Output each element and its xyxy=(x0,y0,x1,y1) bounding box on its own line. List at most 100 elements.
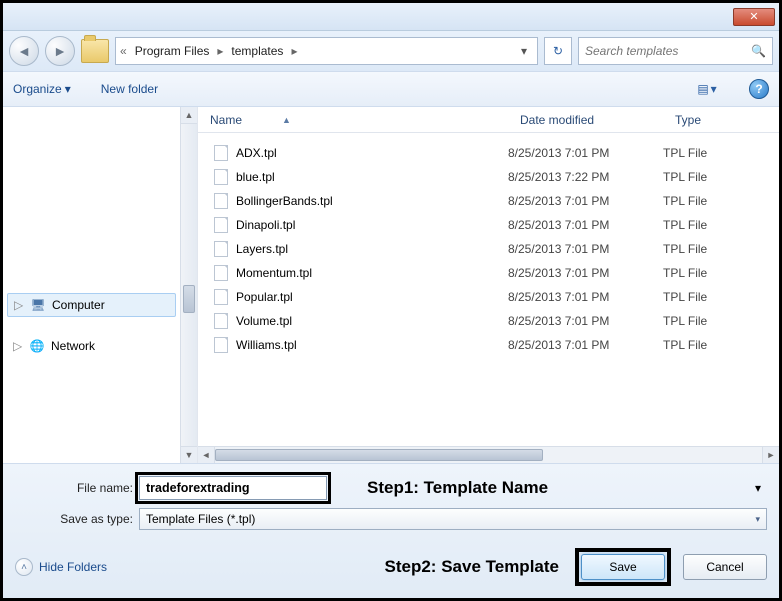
scroll-thumb[interactable] xyxy=(215,449,543,461)
table-row[interactable]: Williams.tpl8/25/2013 7:01 PMTPL File xyxy=(198,333,779,357)
expand-icon[interactable]: ▷ xyxy=(13,339,23,353)
tree-scrollbar[interactable]: ▲ ▼ xyxy=(180,107,197,463)
search-box[interactable]: 🔍 xyxy=(578,37,773,65)
file-icon xyxy=(214,289,228,305)
forward-button[interactable]: ► xyxy=(45,36,75,66)
save-button[interactable]: Save xyxy=(581,554,665,580)
list-icon: ▤ xyxy=(697,82,708,96)
chevron-up-icon: ˄ xyxy=(15,558,33,576)
file-name: blue.tpl xyxy=(236,170,508,184)
file-date: 8/25/2013 7:01 PM xyxy=(508,194,663,208)
table-row[interactable]: Layers.tpl8/25/2013 7:01 PMTPL File xyxy=(198,237,779,261)
annotation-box-step2: Save xyxy=(575,548,671,586)
file-icon xyxy=(214,313,228,329)
scroll-thumb[interactable] xyxy=(183,285,195,313)
cancel-button[interactable]: Cancel xyxy=(683,554,767,580)
file-type: TPL File xyxy=(663,338,779,352)
table-row[interactable]: ADX.tpl8/25/2013 7:01 PMTPL File xyxy=(198,141,779,165)
file-type: TPL File xyxy=(663,290,779,304)
file-name: Layers.tpl xyxy=(236,242,508,256)
scroll-right-button[interactable]: ► xyxy=(762,447,779,463)
main-area: ▷ 🖥 Computer ▷ 🌐 Network ▲ ▼ xyxy=(3,107,779,463)
toolbar: Organize▾ New folder ▤▾ ? xyxy=(3,71,779,107)
chevron-down-icon: ▾ xyxy=(755,514,760,525)
table-row[interactable]: BollingerBands.tpl8/25/2013 7:01 PMTPL F… xyxy=(198,189,779,213)
file-type: TPL File xyxy=(663,170,779,184)
annotation-step2: Step2: Save Template xyxy=(385,557,559,577)
file-icon xyxy=(214,337,228,353)
close-button[interactable]: ✕ xyxy=(733,8,775,26)
column-headers: Name ▲ Date modified Type xyxy=(198,107,779,133)
tree-item-computer[interactable]: ▷ 🖥 Computer xyxy=(7,293,176,317)
file-name: Momentum.tpl xyxy=(236,266,508,280)
tree-label: Computer xyxy=(52,298,105,312)
filename-dropdown[interactable]: ▾ xyxy=(755,481,767,495)
file-icon xyxy=(214,169,228,185)
annotation-step1: Step1: Template Name xyxy=(367,478,548,498)
sort-asc-icon: ▲ xyxy=(282,115,291,125)
file-type: TPL File xyxy=(663,194,779,208)
breadcrumb-prefix[interactable]: « xyxy=(120,44,127,58)
chevron-right-icon[interactable]: ▸ xyxy=(291,44,297,58)
search-input[interactable] xyxy=(585,44,751,58)
titlebar: ✕ xyxy=(3,3,779,31)
view-options-button[interactable]: ▤▾ xyxy=(695,78,719,100)
search-icon[interactable]: 🔍 xyxy=(751,44,766,58)
hide-folders-button[interactable]: ˄ Hide Folders xyxy=(15,558,107,576)
table-row[interactable]: Momentum.tpl8/25/2013 7:01 PMTPL File xyxy=(198,261,779,285)
tree-item-network[interactable]: ▷ 🌐 Network xyxy=(7,335,176,357)
savetype-combo[interactable]: Template Files (*.tpl) ▾ xyxy=(139,508,767,530)
file-name: Williams.tpl xyxy=(236,338,508,352)
back-button[interactable]: ◄ xyxy=(9,36,39,66)
breadcrumb[interactable]: « Program Files ▸ templates ▸ ▾ xyxy=(115,37,538,65)
file-type: TPL File xyxy=(663,218,779,232)
file-date: 8/25/2013 7:01 PM xyxy=(508,266,663,280)
file-name: Volume.tpl xyxy=(236,314,508,328)
breadcrumb-dropdown[interactable]: ▾ xyxy=(515,44,533,58)
column-type[interactable]: Type xyxy=(663,113,779,127)
organize-button[interactable]: Organize▾ xyxy=(13,82,71,96)
new-folder-button[interactable]: New folder xyxy=(101,82,158,96)
help-button[interactable]: ? xyxy=(749,79,769,99)
file-date: 8/25/2013 7:01 PM xyxy=(508,290,663,304)
savetype-value: Template Files (*.tpl) xyxy=(146,512,255,526)
scroll-left-button[interactable]: ◄ xyxy=(198,447,215,463)
scroll-up-button[interactable]: ▲ xyxy=(181,107,197,124)
file-date: 8/25/2013 7:01 PM xyxy=(508,242,663,256)
horizontal-scrollbar[interactable]: ◄ ► xyxy=(198,446,779,463)
expand-icon[interactable]: ▷ xyxy=(14,298,24,312)
folder-icon xyxy=(81,39,109,63)
file-date: 8/25/2013 7:01 PM xyxy=(508,338,663,352)
file-icon xyxy=(214,217,228,233)
chevron-right-icon[interactable]: ▸ xyxy=(217,44,223,58)
refresh-button[interactable]: ↻ xyxy=(544,37,572,65)
table-row[interactable]: blue.tpl8/25/2013 7:22 PMTPL File xyxy=(198,165,779,189)
file-name: ADX.tpl xyxy=(236,146,508,160)
file-icon xyxy=(214,265,228,281)
annotation-box-step1 xyxy=(139,476,327,500)
column-name[interactable]: Name ▲ xyxy=(198,113,508,127)
save-dialog: ✕ ◄ ► « Program Files ▸ templates ▸ ▾ ↻ … xyxy=(3,3,779,598)
breadcrumb-seg-templates[interactable]: templates xyxy=(225,44,289,58)
chevron-down-icon: ▾ xyxy=(711,82,717,96)
file-type: TPL File xyxy=(663,266,779,280)
column-date[interactable]: Date modified xyxy=(508,113,663,127)
scroll-down-button[interactable]: ▼ xyxy=(181,446,197,463)
table-row[interactable]: Dinapoli.tpl8/25/2013 7:01 PMTPL File xyxy=(198,213,779,237)
file-name: Dinapoli.tpl xyxy=(236,218,508,232)
file-date: 8/25/2013 7:01 PM xyxy=(508,314,663,328)
savetype-label: Save as type: xyxy=(15,512,133,526)
file-date: 8/25/2013 7:01 PM xyxy=(508,218,663,232)
chevron-down-icon: ▾ xyxy=(65,82,71,96)
file-date: 8/25/2013 7:01 PM xyxy=(508,146,663,160)
file-type: TPL File xyxy=(663,146,779,160)
table-row[interactable]: Popular.tpl8/25/2013 7:01 PMTPL File xyxy=(198,285,779,309)
table-row[interactable]: Volume.tpl8/25/2013 7:01 PMTPL File xyxy=(198,309,779,333)
filename-input[interactable] xyxy=(139,476,327,500)
filename-label: File name: xyxy=(15,481,133,495)
nav-tree: ▷ 🖥 Computer ▷ 🌐 Network ▲ ▼ xyxy=(3,107,198,463)
file-name: Popular.tpl xyxy=(236,290,508,304)
breadcrumb-seg-program-files[interactable]: Program Files xyxy=(129,44,216,58)
file-icon xyxy=(214,241,228,257)
file-type: TPL File xyxy=(663,242,779,256)
